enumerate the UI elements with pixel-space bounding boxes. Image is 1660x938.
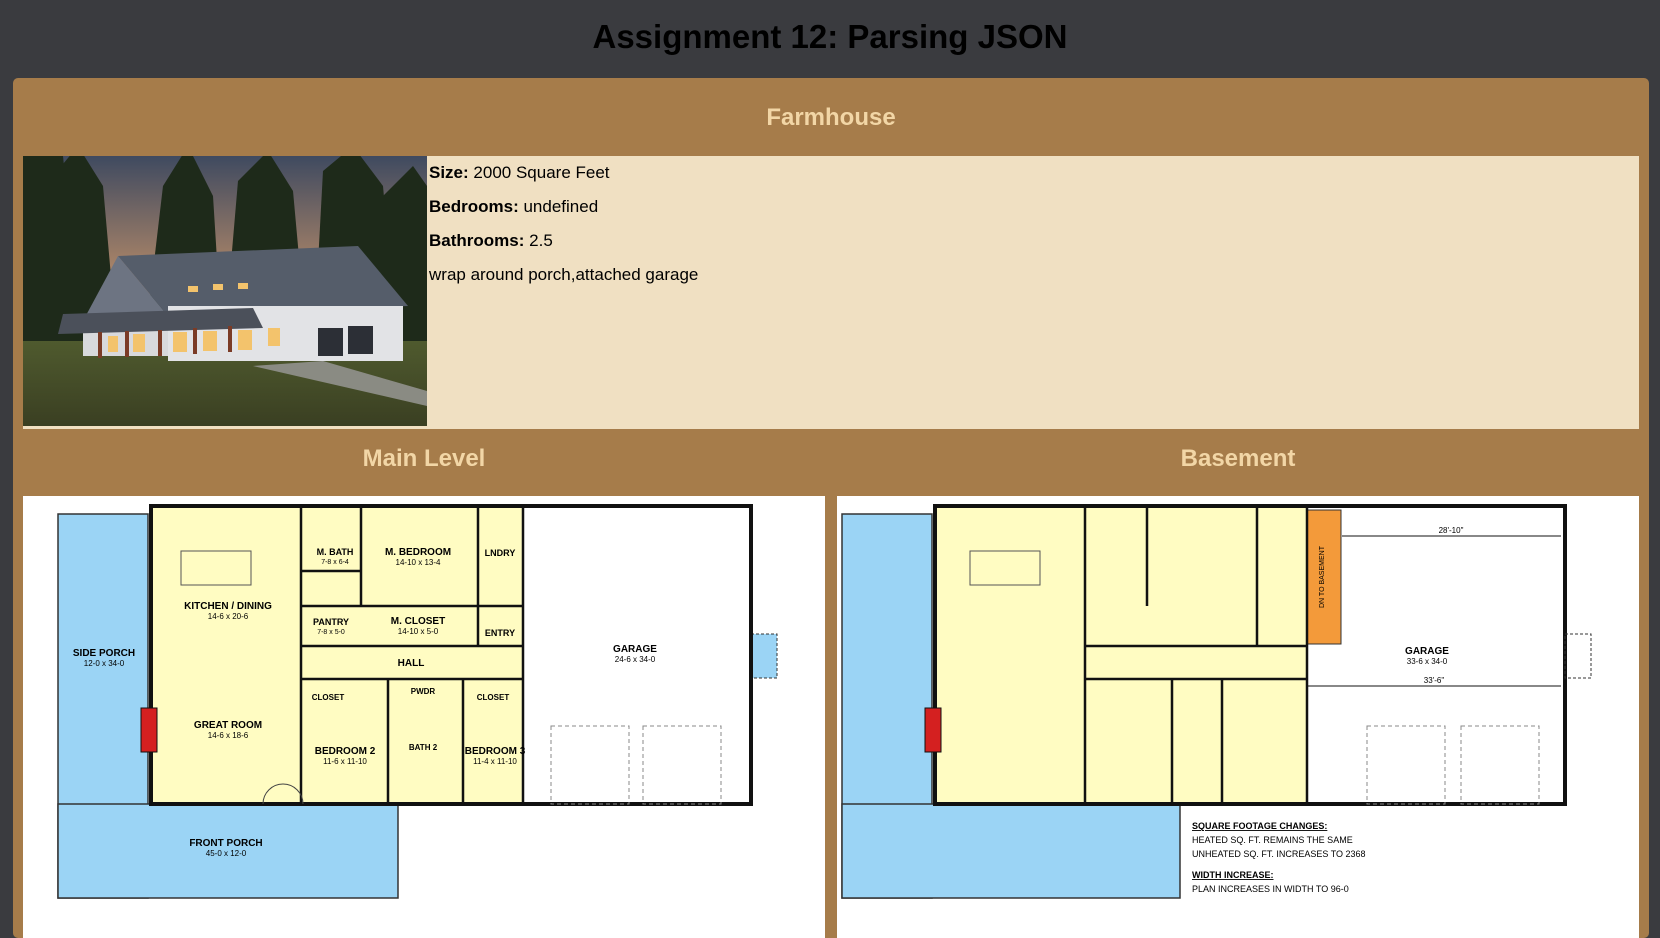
laundry-label: LNDRY (485, 548, 516, 558)
house-name: Farmhouse (766, 104, 896, 131)
bedroom3-dim: 11-4 x 11-10 (473, 757, 517, 766)
bathrooms-label: Bathrooms: (429, 231, 525, 250)
page-title: Assignment 12: Parsing JSON (592, 18, 1068, 55)
side-porch-label: SIDE PORCH (73, 648, 135, 659)
bath2-label: BATH 2 (409, 743, 438, 752)
garage-label: GARAGE (613, 644, 657, 655)
front-porch-dim: 45-0 x 12-0 (206, 849, 247, 858)
kitchen-dim: 14-6 x 20-6 (208, 612, 249, 621)
m-bath-dim: 7-8 x 6-4 (321, 559, 349, 566)
fireplace-icon (140, 707, 158, 753)
size-value: 2000 Square Feet (473, 163, 610, 182)
entry-label: ENTRY (485, 628, 515, 638)
basement-garage-dim: 33-6 x 34-0 (1407, 657, 1448, 666)
bedrooms-row: Bedrooms: undefined (429, 190, 698, 224)
size-row: Size: 2000 Square Feet (429, 156, 698, 190)
stair-label: DN TO BASEMENT (1319, 545, 1326, 608)
kitchen-label: KITCHEN / DINING (184, 601, 272, 612)
basement-title: Basement (1180, 445, 1296, 472)
size-label: Size: (429, 163, 469, 182)
bedroom2-dim: 11-6 x 11-10 (323, 757, 367, 766)
main-level-title: Main Level (362, 445, 486, 472)
house-info: Size: 2000 Square Feet Bedrooms: undefin… (23, 156, 1639, 429)
width-increase-heading: WIDTH INCREASE: (1192, 870, 1274, 880)
width-top-label: 28'-10" (1439, 526, 1464, 535)
bathrooms-row: Bathrooms: 2.5 (429, 224, 698, 258)
hall-label: HALL (398, 658, 425, 669)
pantry-dim: 7-8 x 5-0 (317, 629, 345, 636)
m-closet-label: M. CLOSET (391, 616, 445, 627)
features-row: wrap around porch,attached garage (429, 265, 699, 284)
basement-plan: 28'-10" 33'-6" DN TO BASEMENT GARAGE 33-… (837, 496, 1639, 938)
pwdr-label: PWDR (411, 687, 436, 696)
closet-label: CLOSET (477, 693, 510, 702)
sq-footage-heading: SQUARE FOOTAGE CHANGES: (1192, 821, 1327, 831)
great-room-label: GREAT ROOM (194, 720, 262, 731)
great-room-dim: 14-6 x 18-6 (208, 731, 249, 740)
sq-footage-line1: HEATED SQ. FT. REMAINS THE SAME (1192, 835, 1353, 845)
m-bedroom-label: M. BEDROOM (385, 547, 451, 558)
m-bedroom-dim: 14-10 x 13-4 (396, 558, 441, 567)
garage-dim: 24-6 x 34-0 (615, 655, 656, 664)
side-porch-dim: 12-0 x 34-0 (84, 659, 125, 668)
width-mid-label: 33'-6" (1424, 676, 1445, 685)
basement-garage-label: GARAGE (1405, 646, 1449, 657)
house-details: Size: 2000 Square Feet Bedrooms: undefin… (429, 156, 698, 292)
bedrooms-value: undefined (523, 197, 599, 216)
house-card: Farmhouse Size: 2000 Square Feet Bedroom… (13, 78, 1649, 938)
front-porch-label: FRONT PORCH (189, 838, 262, 849)
width-increase-line: PLAN INCREASES IN WIDTH TO 96-0 (1192, 884, 1349, 894)
bedrooms-label: Bedrooms: (429, 197, 519, 216)
bathrooms-value: 2.5 (529, 231, 553, 250)
main-level-plan: SIDE PORCH 12-0 x 34-0 KITCHEN / DINING … (23, 496, 825, 938)
bedroom2-label: BEDROOM 2 (315, 746, 376, 757)
pantry-label: PANTRY (313, 617, 349, 627)
m-closet-dim: 14-10 x 5-0 (398, 627, 439, 636)
closet-label: CLOSET (312, 693, 345, 702)
m-bath-label: M. BATH (317, 547, 354, 557)
house-photo (23, 156, 427, 426)
sq-footage-line2: UNHEATED SQ. FT. INCREASES TO 2368 (1192, 849, 1366, 859)
bedroom3-label: BEDROOM 3 (465, 746, 526, 757)
